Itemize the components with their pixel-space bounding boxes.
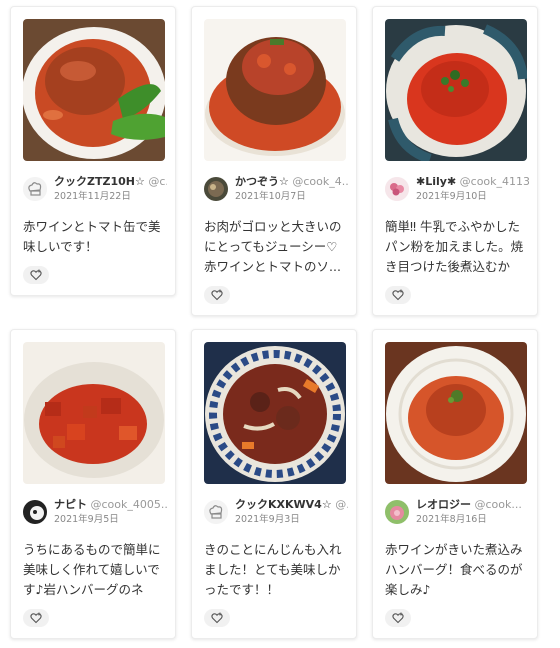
report-card[interactable]: かつぞう☆ @cook_4... 2021年10月7日 お肉がゴロッと大きいのに… (191, 6, 357, 316)
author-row[interactable]: レオロジー @cook... 2021年8月16日 (385, 498, 529, 530)
report-photo[interactable] (385, 19, 527, 161)
author-row[interactable]: クックZTZ10H☆ @c... 2021年11月22日 (23, 175, 167, 207)
author-handle: @cook_4... (292, 175, 348, 188)
like-button[interactable] (23, 609, 49, 627)
heart-plus-icon (211, 612, 223, 624)
avatar (23, 500, 47, 524)
author-name[interactable]: クックKXKWV4☆ @... (235, 498, 348, 512)
author-row[interactable]: ナピト @cook_4005... 2021年9月5日 (23, 498, 167, 530)
author-name[interactable]: レオロジー @cook... (416, 498, 529, 512)
report-date: 2021年9月5日 (54, 514, 119, 525)
report-comment: お肉がゴロッと大きいのにとってもジューシー♡赤ワインとトマトのソ... (204, 219, 342, 274)
report-comment: きのことにんじんも入れました！とても美味しかったです！！ (204, 542, 342, 597)
heart-plus-icon (392, 289, 404, 301)
like-button[interactable] (385, 286, 411, 304)
report-comment: 簡単‼︎ 牛乳でふやかしたパン粉を加えました。焼き目つけた後煮込むから... (385, 219, 524, 274)
like-button[interactable] (385, 609, 411, 627)
like-button[interactable] (204, 286, 230, 304)
chef-hat-icon (23, 177, 47, 201)
report-comment: 赤ワインとトマト缶で美味しいです！ (23, 219, 161, 254)
avatar (385, 500, 409, 524)
report-card[interactable]: レオロジー @cook... 2021年8月16日 赤ワインがきいた煮込みハンバ… (372, 329, 538, 639)
author-row[interactable]: クックKXKWV4☆ @... 2021年9月3日 (204, 498, 348, 530)
report-date: 2021年9月3日 (235, 514, 300, 525)
report-photo[interactable] (385, 342, 527, 484)
author-row[interactable]: かつぞう☆ @cook_4... 2021年10月7日 (204, 175, 348, 207)
report-card[interactable]: クックZTZ10H☆ @c... 2021年11月22日 赤ワインとトマト缶で美… (10, 6, 176, 296)
report-date: 2021年11月22日 (54, 191, 131, 202)
author-handle: @cook_4113... (459, 175, 529, 188)
like-button[interactable] (204, 609, 230, 627)
author-handle: @cook_4005... (90, 498, 168, 511)
report-card[interactable]: ナピト @cook_4005... 2021年9月5日 うちにあるもので簡単に美… (10, 329, 176, 639)
report-date: 2021年8月16日 (416, 514, 487, 525)
author-row[interactable]: ✱Lily✱ @cook_4113... 2021年9月10日 (385, 175, 529, 207)
author-name[interactable]: クックZTZ10H☆ @c... (54, 175, 167, 189)
avatar (385, 177, 409, 201)
report-date: 2021年9月10日 (416, 191, 487, 202)
author-name[interactable]: ナピト @cook_4005... (54, 498, 167, 512)
heart-plus-icon (392, 612, 404, 624)
report-card[interactable]: クックKXKWV4☆ @... 2021年9月3日 きのことにんじんも入れました… (191, 329, 357, 639)
avatar (204, 177, 228, 201)
chef-hat-icon (204, 500, 228, 524)
report-photo[interactable] (23, 19, 165, 161)
report-date: 2021年10月7日 (235, 191, 306, 202)
heart-plus-icon (30, 269, 42, 281)
report-photo[interactable] (204, 19, 346, 161)
like-button[interactable] (23, 266, 49, 284)
author-handle: @cook... (474, 498, 522, 511)
report-comment: 赤ワインがきいた煮込みハンバーグ！食べるのが楽しみ♪ (385, 542, 523, 597)
heart-plus-icon (211, 289, 223, 301)
author-handle: @c... (148, 175, 167, 188)
author-name[interactable]: ✱Lily✱ @cook_4113... (416, 175, 529, 189)
author-name[interactable]: かつぞう☆ @cook_4... (235, 175, 348, 189)
report-photo[interactable] (23, 342, 165, 484)
report-photo[interactable] (204, 342, 346, 484)
heart-plus-icon (30, 612, 42, 624)
report-card[interactable]: ✱Lily✱ @cook_4113... 2021年9月10日 簡単‼︎ 牛乳で… (372, 6, 538, 316)
author-handle: @... (335, 498, 348, 511)
report-comment: うちにあるもので簡単に美味しく作れて嬉しいです♪岩ハンバーグのネー... (23, 542, 161, 597)
